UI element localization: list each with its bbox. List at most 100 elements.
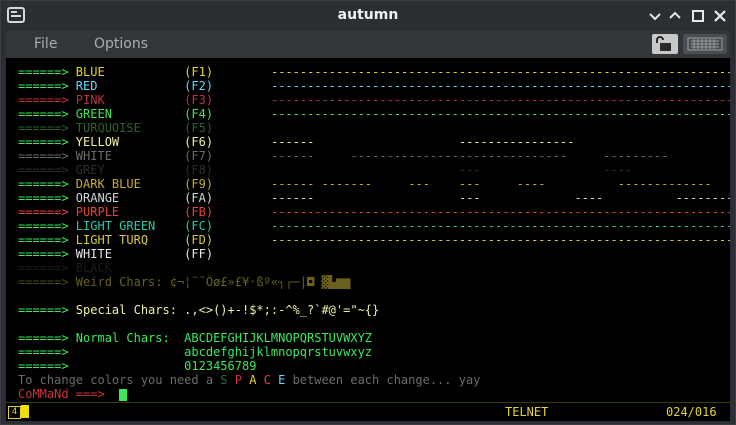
status-cursor-block bbox=[21, 405, 29, 418]
arrow: ======> bbox=[18, 233, 76, 247]
space-letter: P bbox=[234, 373, 250, 387]
lowercase-chars: abcdefghijklmnopqrstuvwxyz bbox=[184, 345, 373, 359]
normal-chars-upper: ======> Normal Chars: ABCDEFGHIJKLMNOPQR… bbox=[18, 331, 730, 345]
color-name: WHITE bbox=[75, 149, 185, 163]
close-icon bbox=[714, 10, 726, 22]
color-line-dark-blue: ======> DARK BLUE (F9) ------ ------- ---… bbox=[18, 177, 730, 191]
unlock-icon bbox=[656, 36, 671, 51]
arrow: ======> bbox=[18, 65, 76, 79]
function-key: (FD) bbox=[184, 233, 214, 247]
color-name: LIGHT TURQ bbox=[75, 233, 185, 247]
arrow: ======> bbox=[18, 303, 76, 317]
color-line-purple: ======> PURPLE (FB) ---------------------… bbox=[18, 205, 730, 219]
dash-line: ----------------------------------------… bbox=[271, 205, 730, 219]
terminal-screen[interactable]: ======> BLUE (F1) -----------------------… bbox=[6, 58, 730, 402]
function-key: (F3) bbox=[184, 93, 214, 107]
normal-chars-digits: ======> 0123456789 bbox=[18, 359, 730, 373]
arrow: ======> bbox=[18, 79, 76, 93]
terminal-window: autumn File Options ======> BLUE (F1) --… bbox=[0, 0, 736, 425]
function-key: (F6) bbox=[184, 135, 214, 149]
function-key: (F8) bbox=[184, 163, 214, 177]
color-name: LIGHT GREEN bbox=[75, 219, 185, 233]
chevron-up-icon bbox=[669, 11, 681, 19]
normal-label: Normal Chars: bbox=[75, 331, 185, 345]
color-line-red: ======> RED (F2) ------------------------… bbox=[18, 79, 730, 93]
dash-line: ----------------------------------------… bbox=[271, 79, 730, 93]
keyboard-icon bbox=[687, 37, 723, 51]
normal-chars-lower: ======> abcdefghijklmnopqrstuvwxyz bbox=[18, 345, 730, 359]
window-title: autumn bbox=[337, 7, 399, 23]
arrow: ======> bbox=[18, 261, 76, 275]
arrow: ======> bbox=[18, 163, 76, 177]
color-name: RED bbox=[75, 79, 185, 93]
dash-line: ----------------------------------------… bbox=[271, 93, 730, 107]
function-key: (F7) bbox=[184, 149, 214, 163]
square-icon bbox=[692, 10, 704, 22]
function-key: (F5) bbox=[184, 121, 214, 135]
function-key: (FB) bbox=[184, 205, 214, 219]
command-line: CoMMaNd ===> bbox=[18, 387, 730, 401]
function-key: (FC) bbox=[184, 219, 214, 233]
cursor-position: 024/016 bbox=[666, 405, 717, 419]
space-letter: C bbox=[263, 373, 279, 387]
color-line-turquoise: ======> TURQUOISE (F5) bbox=[18, 121, 730, 135]
dash-line: ------ ---------------- ---- bbox=[271, 135, 730, 149]
function-key: (F2) bbox=[184, 79, 214, 93]
maximize-button[interactable] bbox=[667, 8, 683, 24]
color-line-white: ======> WHITE (F7) ------ ---------------… bbox=[18, 149, 730, 163]
change-colors-line: To change colors you need a S P A C E be… bbox=[18, 373, 730, 387]
arrow: ======> bbox=[18, 191, 76, 205]
color-name: BLUE bbox=[75, 65, 185, 79]
connection-mode: TELNET bbox=[505, 405, 549, 419]
color-line-light-turq: ======> LIGHT TURQ (FD) -----------------… bbox=[18, 233, 730, 247]
color-line-orange: ======> ORANGE (FA) ------ --- ---- -----… bbox=[18, 191, 730, 205]
color-name: PURPLE bbox=[75, 205, 185, 219]
dash-line: ----------------------------------------… bbox=[271, 233, 730, 247]
color-line-black: ======> BLACK bbox=[18, 261, 730, 275]
minimize-button[interactable] bbox=[647, 8, 663, 24]
space-letter: A bbox=[249, 373, 264, 387]
color-name: ORANGE bbox=[75, 191, 185, 205]
dash-line: ----------------------------------------… bbox=[271, 65, 730, 79]
arrow: ======> bbox=[18, 93, 76, 107]
special-chars: .,<>()+-!$*;:-^%_?`#@'="~{} bbox=[184, 303, 380, 317]
keyboard-button[interactable] bbox=[683, 34, 727, 54]
arrow: ======> bbox=[18, 331, 76, 345]
color-name: GREEN bbox=[75, 107, 185, 121]
change-suffix: between each change... yay bbox=[292, 373, 481, 387]
close-button[interactable] bbox=[712, 8, 728, 24]
arrow: ======> bbox=[18, 177, 76, 191]
dash-line: ------ ------- --- --- ---- ------------… bbox=[271, 177, 712, 191]
arrow: ======> bbox=[18, 135, 76, 149]
minimize-icon bbox=[649, 13, 661, 21]
space-letter: S bbox=[220, 373, 235, 387]
color-line-blue: ======> BLUE (F1) -----------------------… bbox=[18, 65, 730, 79]
dash-line: ----------------------------------------… bbox=[271, 107, 730, 121]
color-name: PINK bbox=[75, 93, 185, 107]
title-bar[interactable]: autumn bbox=[1, 1, 735, 31]
function-key: (F4) bbox=[184, 107, 214, 121]
special-label: Special Chars: bbox=[75, 303, 185, 317]
dash-line: --- ---- bbox=[271, 163, 633, 177]
change-prefix: To change colors you need a bbox=[18, 373, 221, 387]
lock-button[interactable] bbox=[652, 34, 678, 54]
arrow: ======> bbox=[18, 345, 185, 359]
command-input-cursor[interactable] bbox=[119, 388, 128, 401]
arrow: ======> bbox=[18, 275, 76, 289]
function-key: (F9) bbox=[184, 177, 214, 191]
color-line-green: ======> GREEN (F4) ----------------------… bbox=[18, 107, 730, 121]
special-chars-line: ======> Special Chars: .,<>()+-!$*;:-^%_… bbox=[18, 303, 730, 317]
color-name: WHITE bbox=[75, 247, 185, 261]
weird-label: Weird Chars: bbox=[75, 275, 170, 289]
restore-button[interactable] bbox=[690, 8, 706, 24]
arrow: ======> bbox=[18, 359, 185, 373]
menu-file[interactable]: File bbox=[34, 36, 57, 52]
arrow: ======> bbox=[18, 149, 76, 163]
color-name: YELLOW bbox=[75, 135, 185, 149]
color-line-yellow: ======> YELLOW (F6) ------ --------------… bbox=[18, 135, 730, 149]
color-name: TURQUOISE bbox=[75, 121, 185, 135]
dash-line: ------ ------------------------------ --… bbox=[271, 149, 669, 163]
color-line-light-green: ======> LIGHT GREEN (FC) ----------------… bbox=[18, 219, 730, 233]
dash-line: ----------------------------------------… bbox=[271, 219, 730, 233]
menu-options[interactable]: Options bbox=[94, 36, 148, 52]
